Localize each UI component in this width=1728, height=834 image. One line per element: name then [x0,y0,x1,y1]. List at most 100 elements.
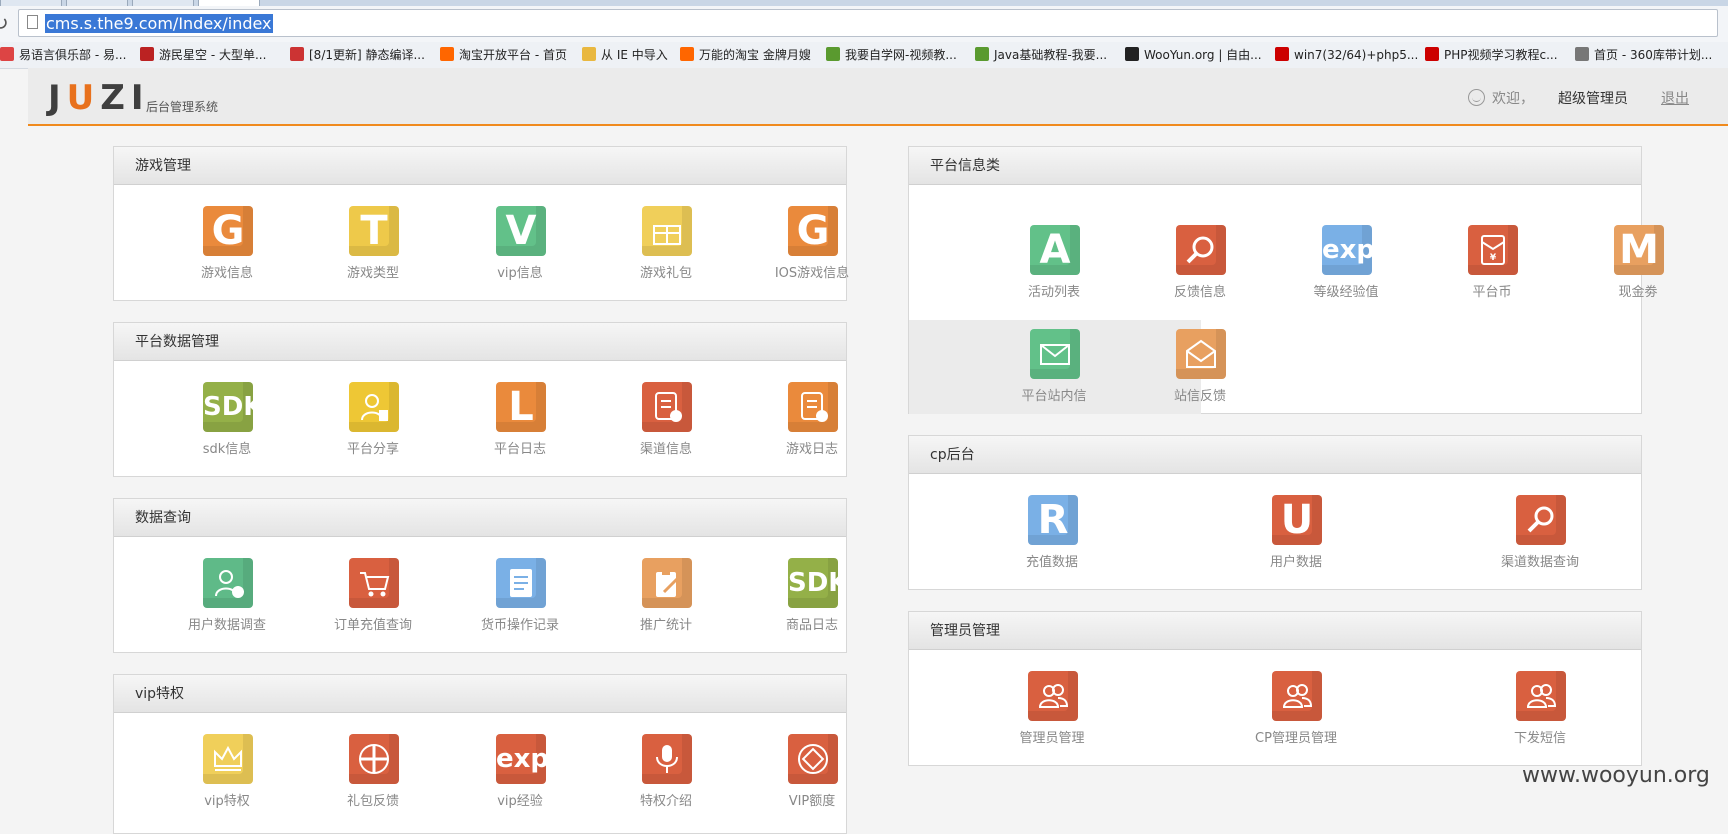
menu-item-label[interactable]: 渠道信息 [596,438,736,457]
menu-item-label[interactable]: 礼包反馈 [303,790,443,809]
menu-item[interactable]: 站信反馈 [1130,329,1270,409]
menu-item-label[interactable]: 推广统计 [596,614,736,633]
gift-box-icon[interactable] [349,734,399,784]
letter-u-icon[interactable]: U [1272,495,1322,545]
menu-item[interactable]: 管理员管理 [982,671,1122,751]
letter-m-icon[interactable]: M [1614,225,1664,275]
crown-icon[interactable] [203,734,253,784]
user-doc-icon[interactable] [349,382,399,432]
menu-item[interactable]: SDK 商品日志 [742,558,882,638]
menu-item[interactable]: 游戏礼包 [596,206,736,286]
menu-item-label[interactable]: 游戏类型 [303,262,443,281]
bookmark-item[interactable]: 从 IE 中导入 [582,46,668,64]
doc-plus-icon[interactable] [642,382,692,432]
letter-v-icon[interactable]: V [496,206,546,256]
menu-item[interactable]: U 用户数据 [1226,495,1366,575]
envelope-icon[interactable] [1030,329,1080,379]
clipboard-pen-icon[interactable] [642,558,692,608]
menu-item-label[interactable]: 游戏信息 [157,262,297,281]
bookmark-item[interactable]: [8/1更新] 静态编译... [290,46,425,64]
bookmark-item[interactable]: 易语言俱乐部 - 易... [0,46,126,64]
menu-item[interactable]: exp 等级经验值 [1276,225,1416,305]
menu-item-label[interactable]: 订单充值查询 [303,614,443,633]
bookmark-item[interactable]: 首页 - 360库带计划... [1575,46,1712,64]
cart-icon[interactable] [349,558,399,608]
menu-item-label[interactable]: 等级经验值 [1276,281,1416,300]
menu-item[interactable]: 平台站内信 [984,329,1124,409]
menu-item[interactable]: Vvip信息 [450,206,590,286]
menu-item-label[interactable]: 平台站内信 [984,385,1124,404]
doc-plus-icon[interactable] [788,382,838,432]
reload-icon[interactable]: ↻ [0,12,14,34]
users-icon[interactable] [1028,671,1078,721]
menu-item[interactable]: 平台分享 [303,382,443,462]
menu-item[interactable]: 推广统计 [596,558,736,638]
bookmark-item[interactable]: 我要自学网-视频教... [826,46,957,64]
menu-item-label[interactable]: 特权介绍 [596,790,736,809]
menu-item-label[interactable]: 充值数据 [982,551,1122,570]
menu-item[interactable]: 反馈信息 [1130,225,1270,305]
menu-item[interactable]: 特权介绍 [596,734,736,814]
menu-item-label[interactable]: vip特权 [157,790,297,809]
microphone-icon[interactable] [642,734,692,784]
menu-item-label[interactable]: 平台分享 [303,438,443,457]
exp-icon[interactable]: exp [1322,225,1372,275]
menu-item[interactable]: 货币操作记录 [450,558,590,638]
letter-r-icon[interactable]: R [1028,495,1078,545]
bookmark-item[interactable]: 淘宝开放平台 - 首页 [440,46,567,64]
menu-item[interactable]: M 现金劵 [1568,225,1708,305]
menu-item-label[interactable]: 活动列表 [984,281,1124,300]
menu-item[interactable]: T 游戏类型 [303,206,443,286]
menu-item[interactable]: vip特权 [157,734,297,814]
magnifier-icon[interactable] [1176,225,1226,275]
menu-item-label[interactable]: 平台币 [1422,281,1562,300]
menu-item-label[interactable]: 反馈信息 [1130,281,1270,300]
menu-item-label[interactable]: 用户数据调查 [157,614,297,633]
menu-item-label[interactable]: sdk信息 [157,438,297,457]
menu-item-label[interactable]: 现金劵 [1568,281,1708,300]
menu-item[interactable]: ¥ 平台币 [1422,225,1562,305]
menu-item[interactable]: 渠道数据查询 [1470,495,1610,575]
menu-item[interactable]: SDK sdk信息 [157,382,297,462]
bookmark-item[interactable]: 万能的淘宝 金牌月嫂 [680,46,811,64]
logout-link[interactable]: 退出 [1661,88,1689,108]
bookmark-item[interactable]: win7(32/64)+php5... [1275,46,1418,64]
menu-item[interactable]: 用户数据调查 [157,558,297,638]
menu-item-label[interactable]: 游戏日志 [742,438,882,457]
bookmark-item[interactable]: WooYun.org | 自由... [1125,46,1262,64]
menu-item[interactable]: exp vip经验 [450,734,590,814]
menu-item-label[interactable]: 游戏礼包 [596,262,736,281]
bookmark-item[interactable]: PHP视频学习教程c... [1425,46,1558,64]
menu-item-label[interactable]: 站信反馈 [1130,385,1270,404]
search-icon[interactable] [1516,495,1566,545]
menu-item[interactable]: 游戏日志 [742,382,882,462]
menu-item[interactable]: VIP额度 [742,734,882,814]
menu-item[interactable]: 订单充值查询 [303,558,443,638]
bookmark-item[interactable]: 游民星空 - 大型单... [140,46,266,64]
letter-g-icon[interactable]: G [788,206,838,256]
menu-item[interactable]: R 充值数据 [982,495,1122,575]
menu-item-label[interactable]: 平台日志 [450,438,590,457]
menu-item[interactable]: G 游戏信息 [157,206,297,286]
user-add-icon[interactable] [203,558,253,608]
menu-item-label[interactable]: CP管理员管理 [1226,727,1366,746]
logo[interactable]: JUZI [48,78,150,118]
menu-item[interactable]: G IOS游戏信息 [742,206,882,286]
document-icon[interactable] [496,558,546,608]
menu-item-label[interactable]: 下发短信 [1470,727,1610,746]
letter-a-icon[interactable]: A [1030,225,1080,275]
menu-item[interactable]: L 平台日志 [450,382,590,462]
users-icon[interactable] [1272,671,1322,721]
sdk-icon[interactable]: SDK [788,558,838,608]
bookmark-item[interactable]: Java基础教程-我要... [975,46,1107,64]
letter-l-icon[interactable]: L [496,382,546,432]
coin-icon[interactable] [788,734,838,784]
letter-g-icon[interactable]: G [203,206,253,256]
menu-item[interactable]: CP管理员管理 [1226,671,1366,751]
menu-item[interactable]: 下发短信 [1470,671,1610,751]
gift-icon[interactable] [642,206,692,256]
users-icon[interactable] [1516,671,1566,721]
url-input[interactable]: cms.s.the9.com/Index/index [18,9,1718,37]
menu-item-label[interactable]: vip信息 [450,262,590,281]
menu-item[interactable]: 礼包反馈 [303,734,443,814]
